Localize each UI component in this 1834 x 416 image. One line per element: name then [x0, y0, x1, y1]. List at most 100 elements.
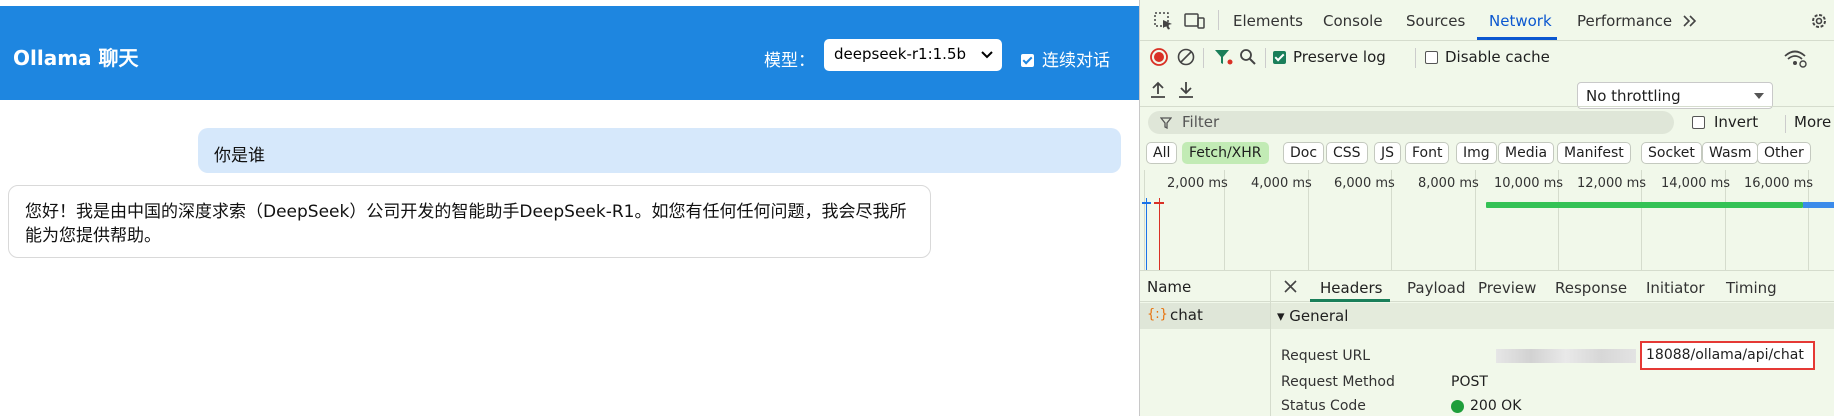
- request-name-column: Name {:} chat: [1140, 271, 1271, 416]
- name-header: Name: [1147, 278, 1192, 296]
- request-detail-panel: Headers Payload Preview Response Initiat…: [1271, 271, 1834, 416]
- timeline-marker-tick: [1154, 202, 1164, 204]
- detail-tab-bar: Headers Payload Preview Response Initiat…: [1271, 271, 1834, 302]
- dom-content-loaded-marker: [1146, 198, 1147, 270]
- app-header: Ollama 聊天 模型： deepseek-r1:1.5b 连续对话: [0, 6, 1139, 100]
- import-export-toolbar: [1140, 76, 1834, 107]
- timeline-tick: 12,000 ms: [1577, 176, 1647, 191]
- tab-network[interactable]: Network: [1489, 12, 1552, 30]
- filter-funnel-icon: [1160, 117, 1172, 129]
- name-header-cell[interactable]: Name: [1140, 271, 1270, 302]
- timeline-tick: 2,000 ms: [1167, 176, 1228, 191]
- divider: [1265, 48, 1266, 68]
- tab-sources[interactable]: Sources: [1406, 12, 1465, 30]
- request-url-label: Request URL: [1281, 348, 1371, 364]
- timeline-gridline: [1144, 170, 1145, 270]
- request-url-value[interactable]: 18088/ollama/api/chat: [1646, 347, 1804, 363]
- timeline-marker-tick: [1142, 202, 1151, 204]
- timeline-tick: 10,000 ms: [1494, 176, 1564, 191]
- filter-chip-socket[interactable]: Socket: [1641, 142, 1702, 164]
- continuous-chat-checkbox[interactable]: [1021, 54, 1034, 67]
- chevron-down-icon: [981, 51, 993, 59]
- filter-chip-wasm[interactable]: Wasm: [1702, 142, 1759, 164]
- filter-chip-other[interactable]: Other: [1757, 142, 1811, 164]
- tab-initiator[interactable]: Initiator: [1646, 279, 1705, 297]
- request-method-value: POST: [1451, 374, 1488, 390]
- model-label: 模型：: [764, 51, 815, 71]
- type-filter-row: All Fetch/XHR Doc CSS JS Font Img Media …: [1140, 140, 1834, 168]
- timeline-tick: 8,000 ms: [1418, 176, 1479, 191]
- filter-placeholder: Filter: [1182, 113, 1220, 131]
- filter-chip-js[interactable]: JS: [1374, 142, 1402, 164]
- download-icon[interactable]: [1177, 80, 1195, 100]
- device-toolbar-icon[interactable]: [1184, 12, 1206, 30]
- filter-chip-all[interactable]: All: [1146, 142, 1178, 164]
- request-method-label: Request Method: [1281, 374, 1395, 390]
- filter-chip-media[interactable]: Media: [1498, 142, 1555, 164]
- status-ok-dot-icon: [1451, 400, 1464, 413]
- continuous-chat-toggle[interactable]: 连续对话: [1021, 46, 1110, 71]
- chat-app: Ollama 聊天 模型： deepseek-r1:1.5b 连续对话 你是谁 …: [0, 0, 1139, 416]
- filter-chip-css[interactable]: CSS: [1326, 142, 1368, 164]
- redacted-url-host: [1496, 349, 1636, 363]
- general-section-label: ▾ General: [1277, 307, 1349, 325]
- tab-headers[interactable]: Headers: [1320, 279, 1382, 297]
- tab-response[interactable]: Response: [1555, 279, 1627, 297]
- disable-cache-checkbox[interactable]: [1425, 51, 1438, 64]
- filter-chip-doc[interactable]: Doc: [1283, 142, 1325, 164]
- request-name: chat: [1170, 306, 1203, 324]
- network-timeline-overview[interactable]: 2,000 ms 4,000 ms 6,000 ms 8,000 ms 10,0…: [1140, 170, 1834, 271]
- timeline-tick: 16,000 ms: [1744, 176, 1814, 191]
- load-event-marker: [1159, 198, 1160, 270]
- network-toolbar: Preserve log Disable cache No throttling: [1140, 40, 1834, 109]
- divider: [1218, 10, 1219, 30]
- request-row[interactable]: {:} chat: [1140, 303, 1270, 329]
- timeline-tick: 4,000 ms: [1251, 176, 1312, 191]
- filter-chip-img[interactable]: Img: [1456, 142, 1497, 164]
- more-tabs-icon[interactable]: [1682, 14, 1698, 28]
- general-section-header[interactable]: ▾ General: [1271, 303, 1834, 329]
- inspect-element-icon[interactable]: [1154, 12, 1174, 30]
- devtools-tab-bar: Elements Console Sources Network Perform…: [1140, 0, 1834, 41]
- invert-checkbox[interactable]: [1692, 116, 1705, 129]
- divider: [1415, 48, 1416, 68]
- upload-icon[interactable]: [1149, 80, 1167, 100]
- tab-elements[interactable]: Elements: [1233, 12, 1303, 30]
- filter-icon[interactable]: [1213, 48, 1233, 66]
- network-conditions-icon[interactable]: [1783, 48, 1807, 68]
- tab-console[interactable]: Console: [1323, 12, 1383, 30]
- tab-payload[interactable]: Payload: [1407, 279, 1466, 297]
- timeline-tick: 14,000 ms: [1661, 176, 1731, 191]
- record-stop-icon[interactable]: [1149, 47, 1169, 67]
- status-code-value: 200 OK: [1470, 398, 1522, 414]
- more-filters-button[interactable]: More: [1794, 113, 1831, 131]
- filter-chip-font[interactable]: Font: [1405, 142, 1450, 164]
- request-download-bar: [1803, 202, 1834, 208]
- tab-performance[interactable]: Performance: [1577, 12, 1672, 30]
- continuous-chat-label: 连续对话: [1042, 51, 1110, 71]
- tab-timing[interactable]: Timing: [1726, 279, 1777, 297]
- active-detail-tab-indicator: [1310, 299, 1390, 302]
- timeline-tick: 6,000 ms: [1334, 176, 1395, 191]
- status-code-label: Status Code: [1281, 398, 1366, 414]
- invert-label: Invert: [1714, 113, 1759, 131]
- devtools-panel: Elements Console Sources Network Perform…: [1139, 0, 1834, 416]
- assistant-message: 您好！我是由中国的深度求索（DeepSeek）公司开发的智能助手DeepSeek…: [8, 185, 931, 258]
- search-icon[interactable]: [1239, 48, 1257, 66]
- model-select[interactable]: deepseek-r1:1.5b: [824, 39, 1002, 71]
- preserve-log-checkbox[interactable]: [1273, 51, 1286, 64]
- url-highlight-box: 18088/ollama/api/chat: [1640, 341, 1815, 370]
- filter-chip-manifest[interactable]: Manifest: [1557, 142, 1631, 164]
- request-waiting-bar: [1486, 202, 1803, 208]
- tab-preview[interactable]: Preview: [1478, 279, 1536, 297]
- settings-gear-icon[interactable]: [1810, 12, 1828, 30]
- app-title: Ollama 聊天: [13, 46, 139, 70]
- filter-chip-fetch-xhr[interactable]: Fetch/XHR: [1182, 142, 1269, 164]
- divider: [1785, 115, 1786, 133]
- clear-icon[interactable]: [1176, 47, 1196, 67]
- filter-input[interactable]: Filter: [1148, 111, 1674, 134]
- divider: [1203, 48, 1204, 68]
- requests-split: Name {:} chat Headers Payload Preview Re…: [1140, 271, 1834, 416]
- model-select-value: deepseek-r1:1.5b: [834, 45, 967, 63]
- close-icon[interactable]: [1284, 280, 1297, 293]
